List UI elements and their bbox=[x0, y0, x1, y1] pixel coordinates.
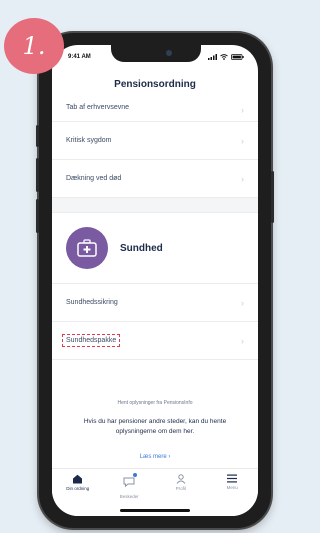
message-icon bbox=[123, 477, 135, 488]
menu-icon bbox=[227, 474, 238, 483]
battery-icon bbox=[231, 54, 244, 60]
list-item-sundhedssikring[interactable]: Sundhedssikring › bbox=[52, 284, 258, 322]
tab-label: Menu bbox=[226, 485, 238, 490]
list-item-tab-af-erhvervsevne[interactable]: Tab af erhvervsevne › bbox=[52, 99, 258, 122]
list-item-daekning-ved-doed[interactable]: Dækning ved død › bbox=[52, 160, 258, 198]
chevron-right-icon: › bbox=[241, 173, 244, 184]
step-badge: 1. bbox=[4, 18, 64, 74]
home-indicator bbox=[120, 509, 190, 512]
tab-beskeder[interactable]: Beskeder bbox=[104, 473, 154, 499]
page-title: Pensionsordning bbox=[114, 78, 196, 90]
notification-dot bbox=[133, 473, 138, 477]
phone-volume-up bbox=[36, 158, 39, 192]
chevron-right-icon: › bbox=[241, 135, 244, 146]
phone-mute-switch bbox=[36, 125, 39, 147]
phone-screen: 9:41 AM Pensionsordning Tab af erhvervse… bbox=[52, 45, 258, 516]
chevron-right-icon: › bbox=[241, 105, 244, 115]
tab-label: Beskeder bbox=[119, 494, 139, 499]
section-title: Sundhed bbox=[120, 242, 163, 254]
chevron-right-icon: › bbox=[241, 335, 244, 346]
tab-label: Din ordning bbox=[66, 486, 90, 491]
signal-icon bbox=[208, 54, 217, 60]
phone-power-button bbox=[271, 171, 274, 223]
page-header: Pensionsordning bbox=[52, 69, 258, 99]
health-kit-icon bbox=[66, 227, 108, 269]
highlighted-label: Sundhedspakke bbox=[62, 334, 121, 347]
tab-menu[interactable]: Menu bbox=[207, 474, 257, 490]
tab-din-ordning[interactable]: Din ordning bbox=[53, 474, 103, 491]
status-icons bbox=[208, 54, 244, 60]
section-header-sundhed: Sundhed bbox=[52, 213, 258, 284]
list-item-label: Tab af erhvervsevne bbox=[66, 104, 130, 111]
list-item-kritisk-sygdom[interactable]: Kritisk sygdom › bbox=[52, 122, 258, 160]
info-caption: Hent oplysninger fra PensionsInfo bbox=[117, 400, 193, 406]
step-label: 1. bbox=[22, 32, 46, 60]
pensionsinfo-block: Hent oplysninger fra PensionsInfo Hvis d… bbox=[52, 400, 258, 460]
list-item-label: Kritisk sygdom bbox=[66, 137, 112, 144]
list-item-label: Sundhedssikring bbox=[66, 299, 118, 306]
chevron-right-icon: › bbox=[241, 297, 244, 308]
house-icon bbox=[73, 474, 83, 484]
phone-volume-down bbox=[36, 199, 39, 233]
coverage-list: Tab af erhvervsevne › Kritisk sygdom › D… bbox=[52, 99, 258, 360]
list-item-sundhedspakke[interactable]: Sundhedspakke › bbox=[52, 322, 258, 360]
read-more-link[interactable]: Læs mere › bbox=[52, 454, 258, 460]
person-icon bbox=[176, 474, 186, 484]
message-icon-wrap bbox=[123, 473, 138, 492]
notch bbox=[111, 45, 201, 62]
tab-label: Profil bbox=[175, 486, 186, 491]
camera-icon bbox=[166, 50, 172, 56]
status-time: 9:41 AM bbox=[68, 54, 91, 60]
info-text: Hvis du har pensioner andre steder, kan … bbox=[83, 418, 227, 435]
phone-frame: 9:41 AM Pensionsordning Tab af erhvervse… bbox=[36, 33, 274, 528]
section-divider bbox=[52, 198, 258, 213]
wifi-icon bbox=[220, 54, 228, 60]
tab-profil[interactable]: Profil bbox=[156, 474, 206, 491]
list-item-label: Dækning ved død bbox=[66, 175, 122, 182]
